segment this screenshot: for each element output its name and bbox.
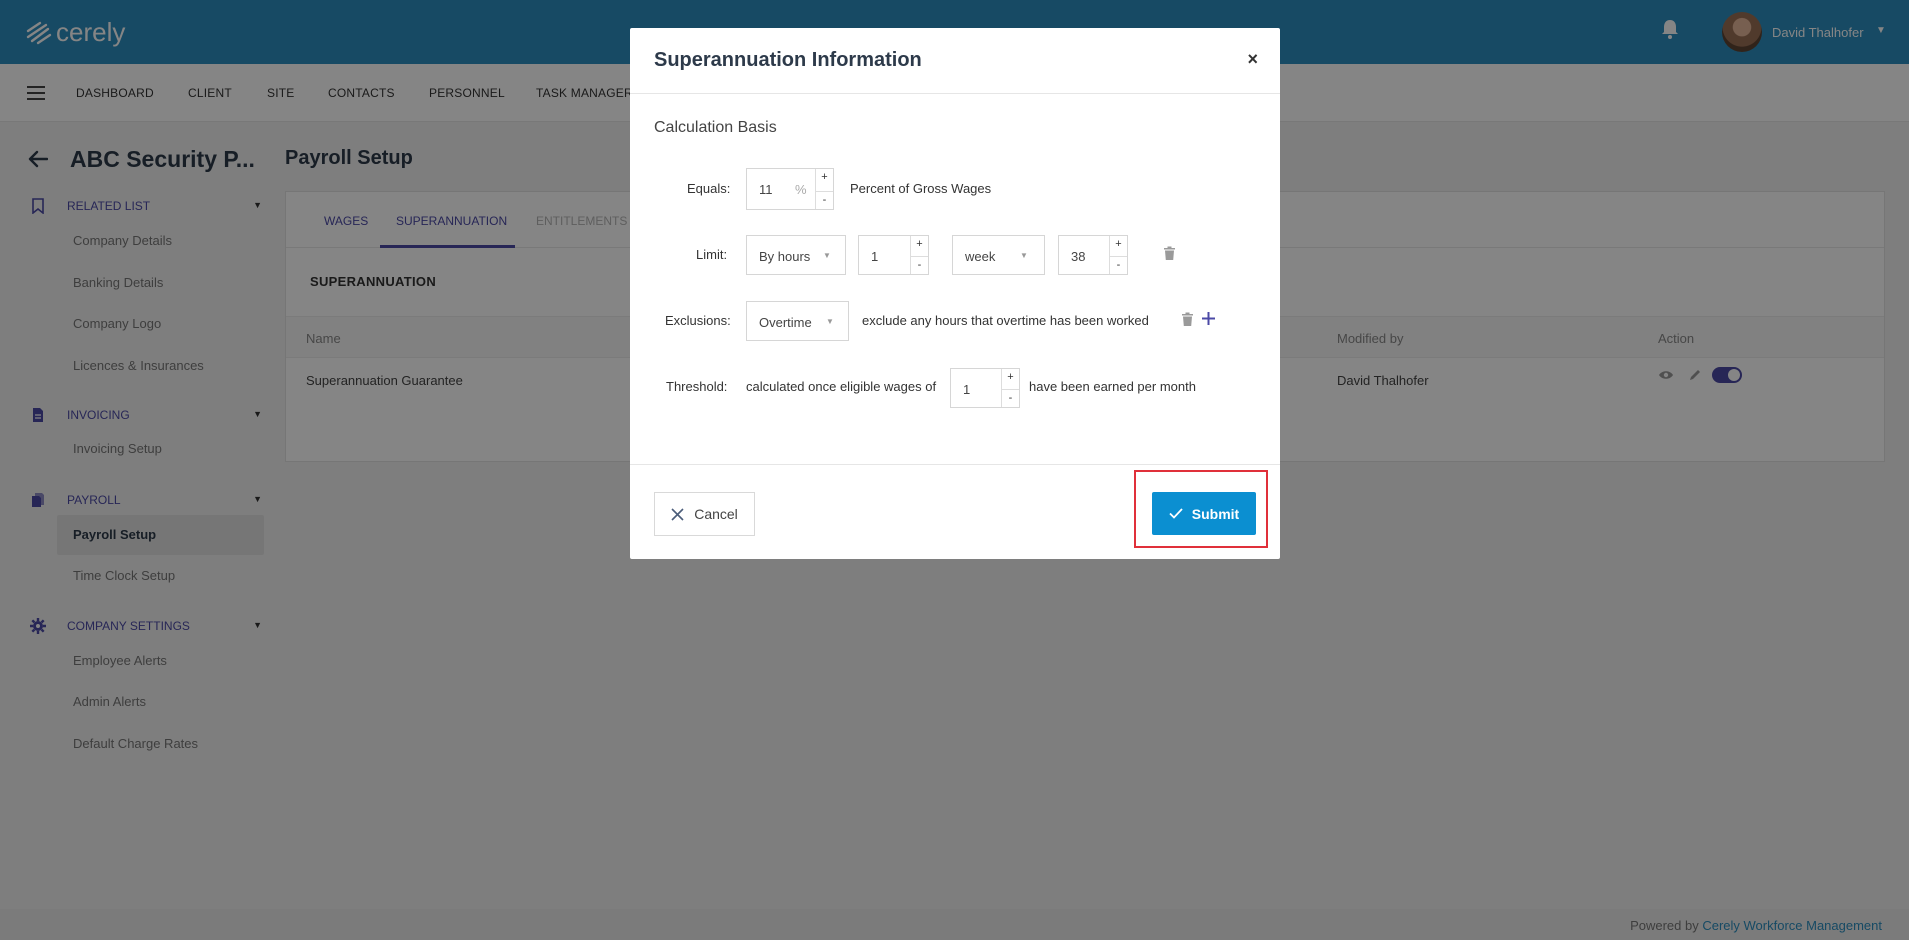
cancel-label: Cancel <box>694 506 738 522</box>
threshold-prefix-text: calculated once eligible wages of <box>746 379 937 394</box>
limit-label: Limit: <box>696 247 728 262</box>
delete-limit-trash-icon[interactable] <box>1164 246 1175 260</box>
percent-unit: % <box>795 182 807 197</box>
close-x-icon <box>671 507 684 521</box>
equals-label: Equals: <box>687 181 731 196</box>
chevron-down-icon: ▼ <box>823 251 831 260</box>
modal-title: Superannuation Information <box>654 49 922 71</box>
equals-percent-input[interactable]: 11 % + - <box>746 168 834 210</box>
limit-count-input[interactable]: 1 + - <box>858 235 929 275</box>
close-icon[interactable]: × <box>1247 49 1258 70</box>
exclusions-select[interactable]: Overtime ▼ <box>746 301 849 341</box>
increment-button[interactable]: + <box>1002 371 1019 383</box>
modal-header: Superannuation Information × <box>630 28 1280 94</box>
delete-exclusion-trash-icon[interactable] <box>1182 312 1193 326</box>
decrement-button[interactable]: - <box>1110 256 1127 271</box>
modal-footer-divider <box>630 464 1280 465</box>
equals-stepper[interactable]: + - <box>815 169 833 209</box>
increment-button[interactable]: + <box>911 238 928 250</box>
decrement-button[interactable]: - <box>1002 389 1019 404</box>
threshold-stepper[interactable]: + - <box>1001 369 1019 407</box>
decrement-button[interactable]: - <box>911 256 928 271</box>
exclusions-description: exclude any hours that overtime has been… <box>862 313 1149 328</box>
add-exclusion-plus-icon[interactable] <box>1201 311 1216 326</box>
exclusions-label: Exclusions: <box>665 313 731 328</box>
cancel-button[interactable]: Cancel <box>654 492 755 536</box>
chevron-down-icon: ▼ <box>826 317 834 326</box>
threshold-wages-input[interactable]: 1 + - <box>950 368 1020 408</box>
calculation-basis-heading: Calculation Basis <box>654 119 777 136</box>
chevron-down-icon: ▼ <box>1020 251 1028 260</box>
limit-hours-stepper[interactable]: + - <box>1109 236 1127 274</box>
limit-count-stepper[interactable]: + - <box>910 236 928 274</box>
equals-suffix-text: Percent of Gross Wages <box>850 181 992 196</box>
threshold-suffix-text: have been earned per month <box>1029 379 1196 394</box>
decrement-button[interactable]: - <box>816 191 833 206</box>
submit-highlight-box <box>1134 470 1268 548</box>
limit-hours-input[interactable]: 38 + - <box>1058 235 1128 275</box>
threshold-label: Threshold: <box>666 379 728 394</box>
increment-button[interactable]: + <box>1110 238 1127 250</box>
limit-period-select[interactable]: week ▼ <box>952 235 1045 275</box>
limit-type-select[interactable]: By hours ▼ <box>746 235 846 275</box>
increment-button[interactable]: + <box>816 171 833 183</box>
